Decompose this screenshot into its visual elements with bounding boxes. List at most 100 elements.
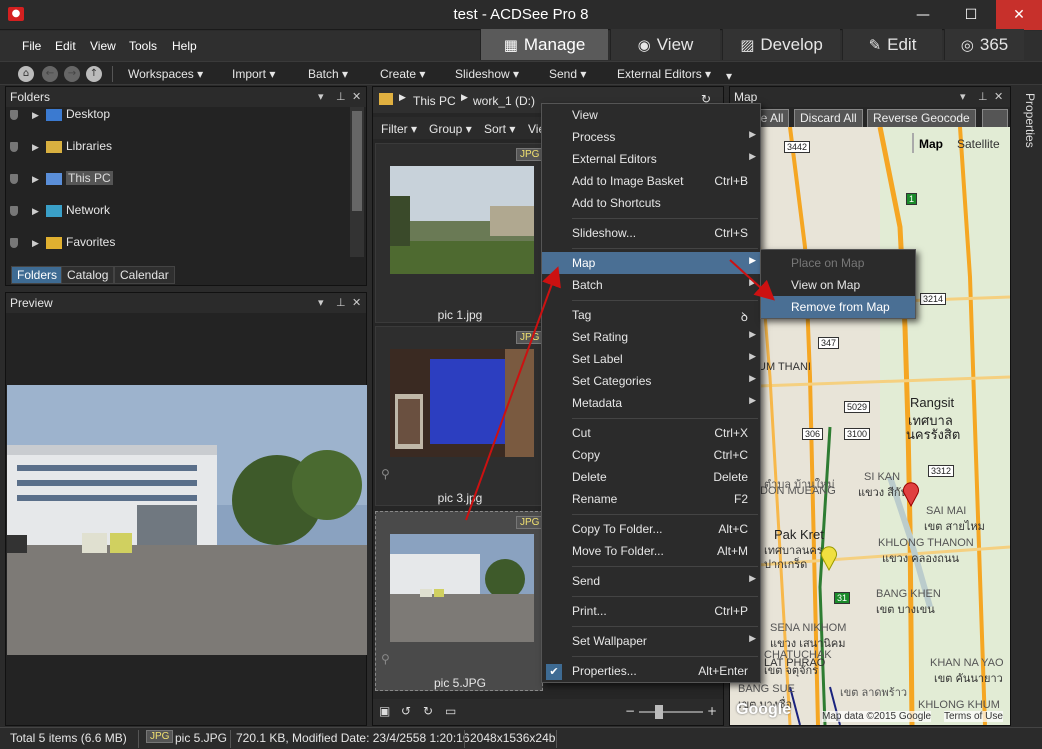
properties-tab[interactable]: Properties xyxy=(1017,93,1037,173)
compare-icon[interactable]: ▭ xyxy=(445,704,456,718)
up-folder-icon[interactable]: ↑ xyxy=(86,66,102,82)
pin-icon[interactable]: ⊥ xyxy=(336,296,346,309)
import-menu[interactable]: Import ▾ xyxy=(232,67,275,81)
ctx-move-to-folder[interactable]: Move To Folder... Alt+M xyxy=(542,540,760,562)
ctx-properties[interactable]: ✔ Properties... Alt+Enter xyxy=(542,660,760,682)
zoom-out-icon[interactable]: − xyxy=(625,704,635,718)
expand-arrow-icon[interactable]: ▶ xyxy=(32,143,40,153)
submenu-view-on-map[interactable]: View on Map xyxy=(761,274,915,296)
pin-icon[interactable] xyxy=(10,173,18,184)
expand-arrow-icon[interactable]: ▶ xyxy=(32,239,40,249)
back-icon[interactable]: ← xyxy=(42,66,58,82)
create-menu[interactable]: Create ▾ xyxy=(380,67,425,81)
ctx-set-categories[interactable]: Set Categories ▶ xyxy=(542,370,760,392)
mode-tab-develop[interactable]: ▨ Develop xyxy=(722,29,840,60)
forward-icon[interactable]: → xyxy=(64,66,80,82)
home-icon[interactable]: ⌂ xyxy=(18,66,34,82)
menu-edit[interactable]: Edit xyxy=(55,39,76,53)
ctx-copy-to-folder[interactable]: Copy To Folder... Alt+C xyxy=(542,518,760,540)
pin-icon[interactable] xyxy=(10,141,18,152)
expand-arrow-icon[interactable]: ▶ xyxy=(32,207,40,217)
map-canvas[interactable]: Map Satellite 3442 1 3214 347 UM THANI R… xyxy=(730,127,1010,725)
menu-file[interactable]: File xyxy=(22,39,41,53)
mode-tab-edit[interactable]: ✎ Edit xyxy=(842,29,942,60)
toolbar-overflow-icon[interactable]: ▾ xyxy=(726,69,732,83)
workspaces-menu[interactable]: Workspaces ▾ xyxy=(128,67,203,81)
group-menu[interactable]: Group ▾ xyxy=(429,122,472,136)
ctx-print[interactable]: Print... Ctrl+P xyxy=(542,600,760,622)
discard-all-button[interactable]: Discard All xyxy=(794,109,863,128)
yellow-map-marker-icon[interactable] xyxy=(820,545,838,572)
ctx-rename[interactable]: Rename F2 xyxy=(542,488,760,510)
ctx-view[interactable]: View xyxy=(542,104,760,126)
menu-tools[interactable]: Tools xyxy=(129,39,157,53)
ctx-tag[interactable]: Tag ꝺ xyxy=(542,304,760,326)
ctx-external-editors[interactable]: External Editors ▶ xyxy=(542,148,760,170)
ctx-set-wallpaper[interactable]: Set Wallpaper ▶ xyxy=(542,630,760,652)
ctx-delete[interactable]: Delete Delete xyxy=(542,466,760,488)
ctx-copy[interactable]: Copy Ctrl+C xyxy=(542,444,760,466)
tree-item-desktop[interactable]: ▶ Desktop xyxy=(10,107,110,127)
pane-menu-icon[interactable]: ▾ xyxy=(318,296,324,309)
tree-item-network[interactable]: ▶ Network xyxy=(10,203,110,223)
map-type-map[interactable]: Map xyxy=(919,137,943,151)
sort-menu[interactable]: Sort ▾ xyxy=(484,122,515,136)
submenu-remove-from-map[interactable]: Remove from Map xyxy=(761,296,915,318)
thumbnail-card-selected[interactable]: JPG ⚲ pic 5.JPG xyxy=(375,511,544,691)
mode-tab-manage[interactable]: ▦ Manage xyxy=(480,29,608,60)
close-button[interactable]: ✕ xyxy=(996,0,1042,30)
thumbnail-card[interactable]: JPG ⚲ pic 3.jpg xyxy=(375,326,544,506)
submenu-place-on-map[interactable]: Place on Map xyxy=(761,252,915,274)
tab-folders[interactable]: Folders xyxy=(11,266,64,284)
ctx-cut[interactable]: Cut Ctrl+X xyxy=(542,422,760,444)
filter-menu[interactable]: Filter ▾ xyxy=(381,122,417,136)
ctx-map[interactable]: Map ▶ xyxy=(542,252,760,274)
slideshow-menu[interactable]: Slideshow ▾ xyxy=(455,67,519,81)
ctx-set-rating[interactable]: Set Rating ▶ xyxy=(542,326,760,348)
red-map-marker-icon[interactable] xyxy=(902,481,920,508)
map-type-satellite[interactable]: Satellite xyxy=(957,137,1000,151)
tab-catalog[interactable]: Catalog xyxy=(61,266,115,284)
pin-icon[interactable] xyxy=(10,237,18,248)
breadcrumb-drive[interactable]: work_1 (D:) xyxy=(473,94,535,108)
ctx-add-to-image-basket[interactable]: Add to Image Basket Ctrl+B xyxy=(542,170,760,192)
mode-tab-365[interactable]: ◎ 365 xyxy=(944,29,1024,60)
tree-item-favorites[interactable]: ▶ Favorites xyxy=(10,235,115,255)
map-options-button[interactable] xyxy=(982,109,1008,128)
send-menu[interactable]: Send ▾ xyxy=(549,67,586,81)
rotate-left-icon[interactable]: ↺ xyxy=(401,704,411,718)
pane-menu-icon[interactable]: ▾ xyxy=(960,90,966,103)
slider-handle[interactable] xyxy=(655,705,663,719)
image-icon[interactable]: ▣ xyxy=(379,704,390,718)
tree-item-libraries[interactable]: ▶ Libraries xyxy=(10,139,112,159)
pin-icon[interactable]: ⊥ xyxy=(336,90,346,103)
terms-of-use-link[interactable]: Terms of Use xyxy=(944,711,1003,722)
ctx-add-to-shortcuts[interactable]: Add to Shortcuts xyxy=(542,192,760,214)
ctx-slideshow[interactable]: Slideshow... Ctrl+S xyxy=(542,222,760,244)
pin-icon[interactable]: ⊥ xyxy=(978,90,988,103)
mode-tab-view[interactable]: ◉ View xyxy=(610,29,720,60)
rotate-right-icon[interactable]: ↻ xyxy=(423,704,433,718)
breadcrumb-this-pc[interactable]: This PC xyxy=(413,94,456,108)
batch-menu[interactable]: Batch ▾ xyxy=(308,67,348,81)
ctx-metadata[interactable]: Metadata ▶ xyxy=(542,392,760,414)
tree-item-this-pc[interactable]: ▶ This PC xyxy=(10,171,113,191)
ctx-batch[interactable]: Batch ▶ xyxy=(542,274,760,296)
pin-icon[interactable] xyxy=(10,205,18,216)
pin-icon[interactable] xyxy=(10,109,18,120)
external-editors-menu[interactable]: External Editors ▾ xyxy=(617,67,711,81)
maximize-button[interactable]: ☐ xyxy=(948,0,994,30)
scrollbar-thumb[interactable] xyxy=(352,111,362,211)
ctx-process[interactable]: Process ▶ xyxy=(542,126,760,148)
zoom-in-icon[interactable]: + xyxy=(707,704,717,718)
close-icon[interactable]: ✕ xyxy=(352,90,361,103)
menu-view[interactable]: View xyxy=(90,39,116,53)
ctx-send[interactable]: Send ▶ xyxy=(542,570,760,592)
menu-help[interactable]: Help xyxy=(172,39,197,53)
tab-calendar[interactable]: Calendar xyxy=(114,266,175,284)
scrollbar[interactable] xyxy=(350,107,364,257)
close-icon[interactable]: ✕ xyxy=(994,90,1003,103)
expand-arrow-icon[interactable]: ▶ xyxy=(32,175,40,185)
thumbnail-size-slider[interactable] xyxy=(639,711,703,713)
ctx-set-label[interactable]: Set Label ▶ xyxy=(542,348,760,370)
